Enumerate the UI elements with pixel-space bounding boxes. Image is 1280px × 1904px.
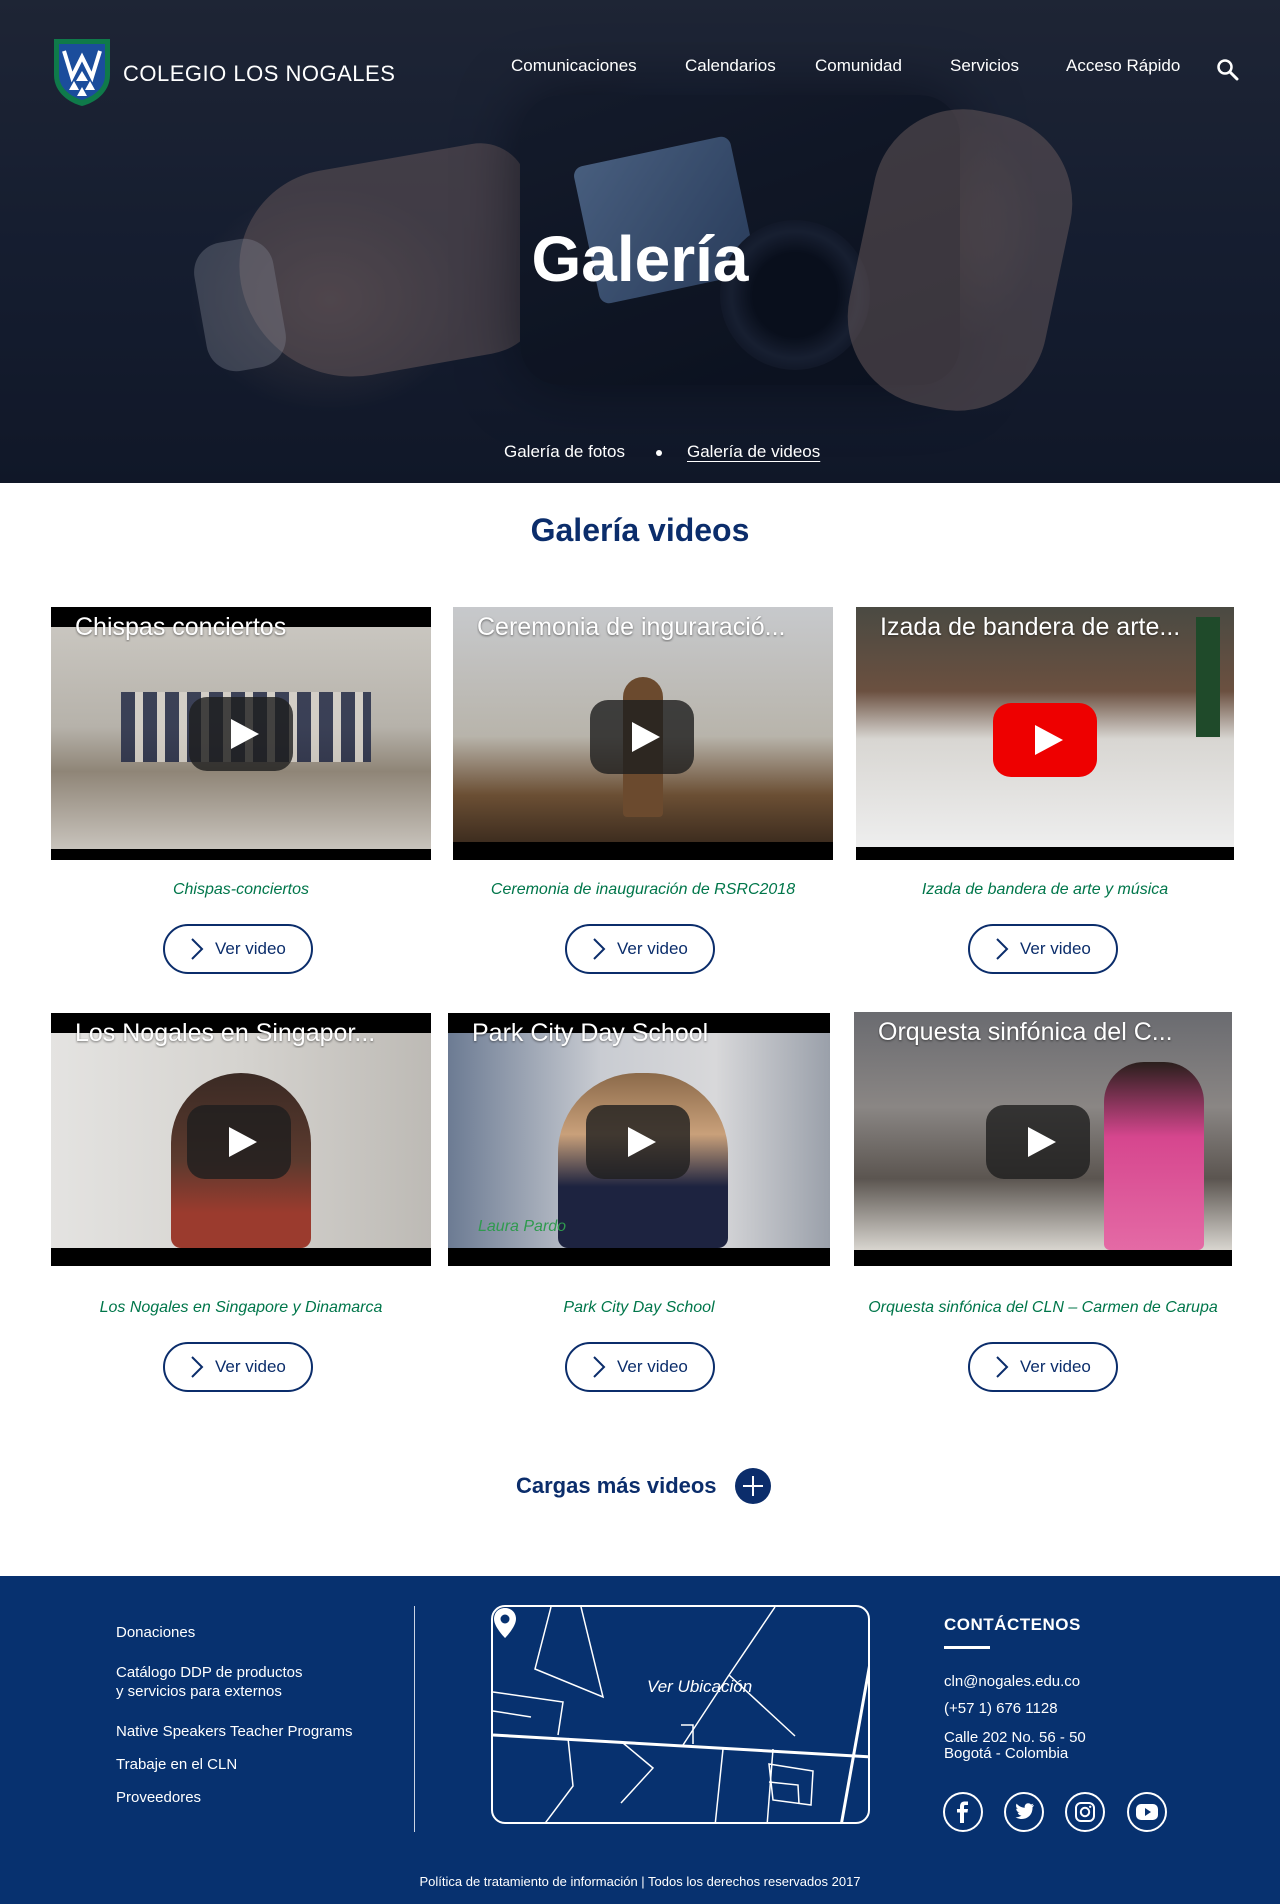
video-thumbnail[interactable]: Orquesta sinfónica del C... [854, 1012, 1232, 1266]
video-thumbnail-title: Orquesta sinfónica del C... [878, 1018, 1173, 1046]
load-more-button[interactable]: Cargas más videos [516, 1468, 771, 1504]
play-icon[interactable] [187, 1105, 291, 1179]
video-caption: Park City Day School [563, 1299, 715, 1316]
youtube-play-icon[interactable] [993, 703, 1097, 777]
nav-comunicaciones[interactable]: Comunicaciones [511, 56, 637, 76]
play-icon[interactable] [986, 1105, 1090, 1179]
footer-link-proveedores[interactable]: Proveedores [116, 1788, 201, 1807]
footer-link-donaciones[interactable]: Donaciones [116, 1623, 195, 1642]
video-caption: Izada de bandera de arte y música [921, 881, 1169, 898]
site-footer: Donaciones Catálogo DDP de productos y s… [0, 1576, 1280, 1904]
hero-banner: COLEGIO LOS NOGALES Comunicaciones Calen… [0, 0, 1280, 483]
video-thumbnail-title: Los Nogales en Singapor... [75, 1019, 376, 1047]
video-caption: Chispas-conciertos [172, 881, 310, 898]
play-icon[interactable] [189, 697, 293, 771]
chevron-right-icon [191, 938, 204, 960]
contact-email[interactable]: cln@nogales.edu.co [944, 1673, 1080, 1690]
nav-calendarios[interactable]: Calendarios [685, 56, 776, 76]
chevron-right-icon [593, 1356, 606, 1378]
load-more-label: Cargas más videos [516, 1473, 717, 1498]
video-thumbnail[interactable]: Izada de bandera de arte... [856, 607, 1234, 860]
footer-divider [414, 1606, 415, 1832]
video-thumbnail-title: Chispas conciertos [75, 613, 287, 641]
page-title: Galería [531, 223, 749, 295]
play-icon[interactable] [586, 1105, 690, 1179]
video-thumbnail-title: Ceremonia de inguraració... [477, 613, 786, 641]
contact-title-underline [944, 1646, 990, 1649]
ver-video-label: Ver video [215, 1357, 286, 1376]
main-nav: Comunicaciones Calendarios Comunidad Ser… [0, 56, 1280, 80]
search-icon[interactable] [1217, 59, 1239, 81]
legal-notice[interactable]: Política de tratamiento de información |… [0, 1874, 1280, 1889]
ver-video-label: Ver video [1020, 939, 1091, 958]
ver-video-button[interactable]: Ver video [163, 1342, 313, 1392]
chevron-right-icon [996, 938, 1009, 960]
video-thumbnail-title: Izada de bandera de arte... [880, 613, 1181, 641]
subnav-fotos[interactable]: Galería de fotos [504, 442, 625, 462]
video-caption: Orquesta sinfónica del CLN – Carmen de C… [868, 1299, 1218, 1316]
subnav-videos[interactable]: Galería de videos [687, 442, 820, 462]
chevron-right-icon [593, 938, 606, 960]
plus-circle-icon [734, 1468, 771, 1504]
video-thumbnail[interactable]: Park City Day School Laura Pardo [448, 1013, 830, 1266]
footer-link-native-speakers[interactable]: Native Speakers Teacher Programs [116, 1722, 353, 1741]
video-caption: Los Nogales en Singapore y Dinamarca [99, 1299, 383, 1316]
map-streets-graphic [493, 1607, 868, 1822]
contact-address-line-1: Calle 202 No. 56 - 50 [944, 1729, 1086, 1746]
youtube-icon[interactable] [1127, 1792, 1167, 1832]
footer-link-catalogo[interactable]: Catálogo DDP de productos y servicios pa… [116, 1663, 303, 1701]
contact-phone[interactable]: (+57 1) 676 1128 [944, 1700, 1058, 1717]
video-thumbnail[interactable]: Chispas conciertos [51, 607, 431, 860]
ver-video-label: Ver video [215, 939, 286, 958]
ver-video-button[interactable]: Ver video [565, 1342, 715, 1392]
ver-video-button[interactable]: Ver video [163, 924, 313, 974]
video-thumbnail[interactable]: Los Nogales en Singapor... [51, 1013, 431, 1266]
video-thumbnail[interactable]: Ceremonia de inguraració... [453, 607, 833, 860]
nav-acceso-rapido[interactable]: Acceso Rápido [1066, 56, 1180, 76]
person-figure [1104, 1062, 1204, 1250]
nav-servicios[interactable]: Servicios [950, 56, 1019, 76]
chevron-right-icon [191, 1356, 204, 1378]
subnav-separator-dot [656, 450, 662, 456]
video-caption: Ceremonia de inauguración de RSRC2018 [490, 881, 796, 898]
footer-link-trabaje[interactable]: Trabaje en el CLN [116, 1755, 237, 1774]
map-label: Ver Ubicación [647, 1677, 753, 1696]
section-title: Galería videos [530, 512, 750, 548]
ver-video-label: Ver video [1020, 1357, 1091, 1376]
instagram-icon[interactable] [1065, 1792, 1105, 1832]
video-thumbnail-title: Park City Day School [472, 1019, 709, 1047]
ver-video-button[interactable]: Ver video [565, 924, 715, 974]
chevron-right-icon [996, 1356, 1009, 1378]
ver-video-label: Ver video [617, 939, 688, 958]
location-map[interactable]: Ver Ubicación [491, 1605, 870, 1824]
twitter-icon[interactable] [1004, 1792, 1044, 1832]
play-icon[interactable] [590, 700, 694, 774]
ver-video-button[interactable]: Ver video [968, 1342, 1118, 1392]
video-overlay-name: Laura Pardo [478, 1218, 567, 1235]
contact-title: CONTÁCTENOS [944, 1615, 1081, 1634]
contact-address-line-2: Bogotá - Colombia [944, 1745, 1069, 1762]
ver-video-label: Ver video [617, 1357, 688, 1376]
nav-comunidad[interactable]: Comunidad [815, 56, 902, 76]
ver-video-button[interactable]: Ver video [968, 924, 1118, 974]
facebook-icon[interactable] [943, 1792, 983, 1832]
location-pin-icon [494, 1608, 516, 1638]
